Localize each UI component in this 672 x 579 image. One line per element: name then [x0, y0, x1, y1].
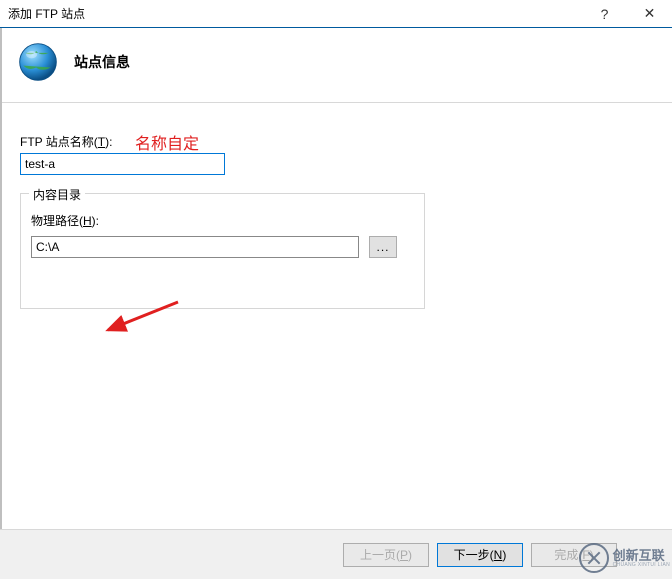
prev-button: 上一页(P) [343, 543, 429, 567]
titlebar: 添加 FTP 站点 ? ✕ [0, 0, 672, 28]
annotation-text: 名称自定 [135, 130, 199, 154]
wizard-footer: 上一页(P) 下一步(N) 完成(F) [0, 529, 672, 579]
wizard-title: 站点信息 [74, 52, 130, 72]
site-name-input[interactable] [20, 153, 225, 175]
physical-path-label: 物理路径(H): [31, 212, 99, 229]
physical-path-input[interactable] [31, 236, 359, 258]
watermark-text: 创新互联 [613, 549, 670, 562]
window-title: 添加 FTP 站点 [8, 5, 85, 22]
content-directory-group: 内容目录 物理路径(H): ... [20, 193, 425, 309]
help-button[interactable]: ? [582, 0, 627, 28]
watermark-logo-icon [579, 543, 609, 573]
browse-button[interactable]: ... [369, 236, 397, 258]
site-name-label: FTP 站点名称(T): [20, 133, 112, 150]
next-button[interactable]: 下一步(N) [437, 543, 523, 567]
close-button[interactable]: ✕ [627, 0, 672, 28]
content-directory-legend: 内容目录 [29, 186, 85, 203]
wizard-content: 名称自定 FTP 站点名称(T): 内容目录 物理路径(H): ... [0, 103, 672, 329]
watermark-subtext: CHUANG XINTUI LIAN [613, 562, 670, 568]
wizard-header: 站点信息 [0, 28, 672, 103]
watermark: 创新互联 CHUANG XINTUI LIAN [579, 543, 670, 573]
globe-icon [16, 40, 60, 84]
site-name-row: FTP 站点名称(T): [20, 133, 652, 175]
